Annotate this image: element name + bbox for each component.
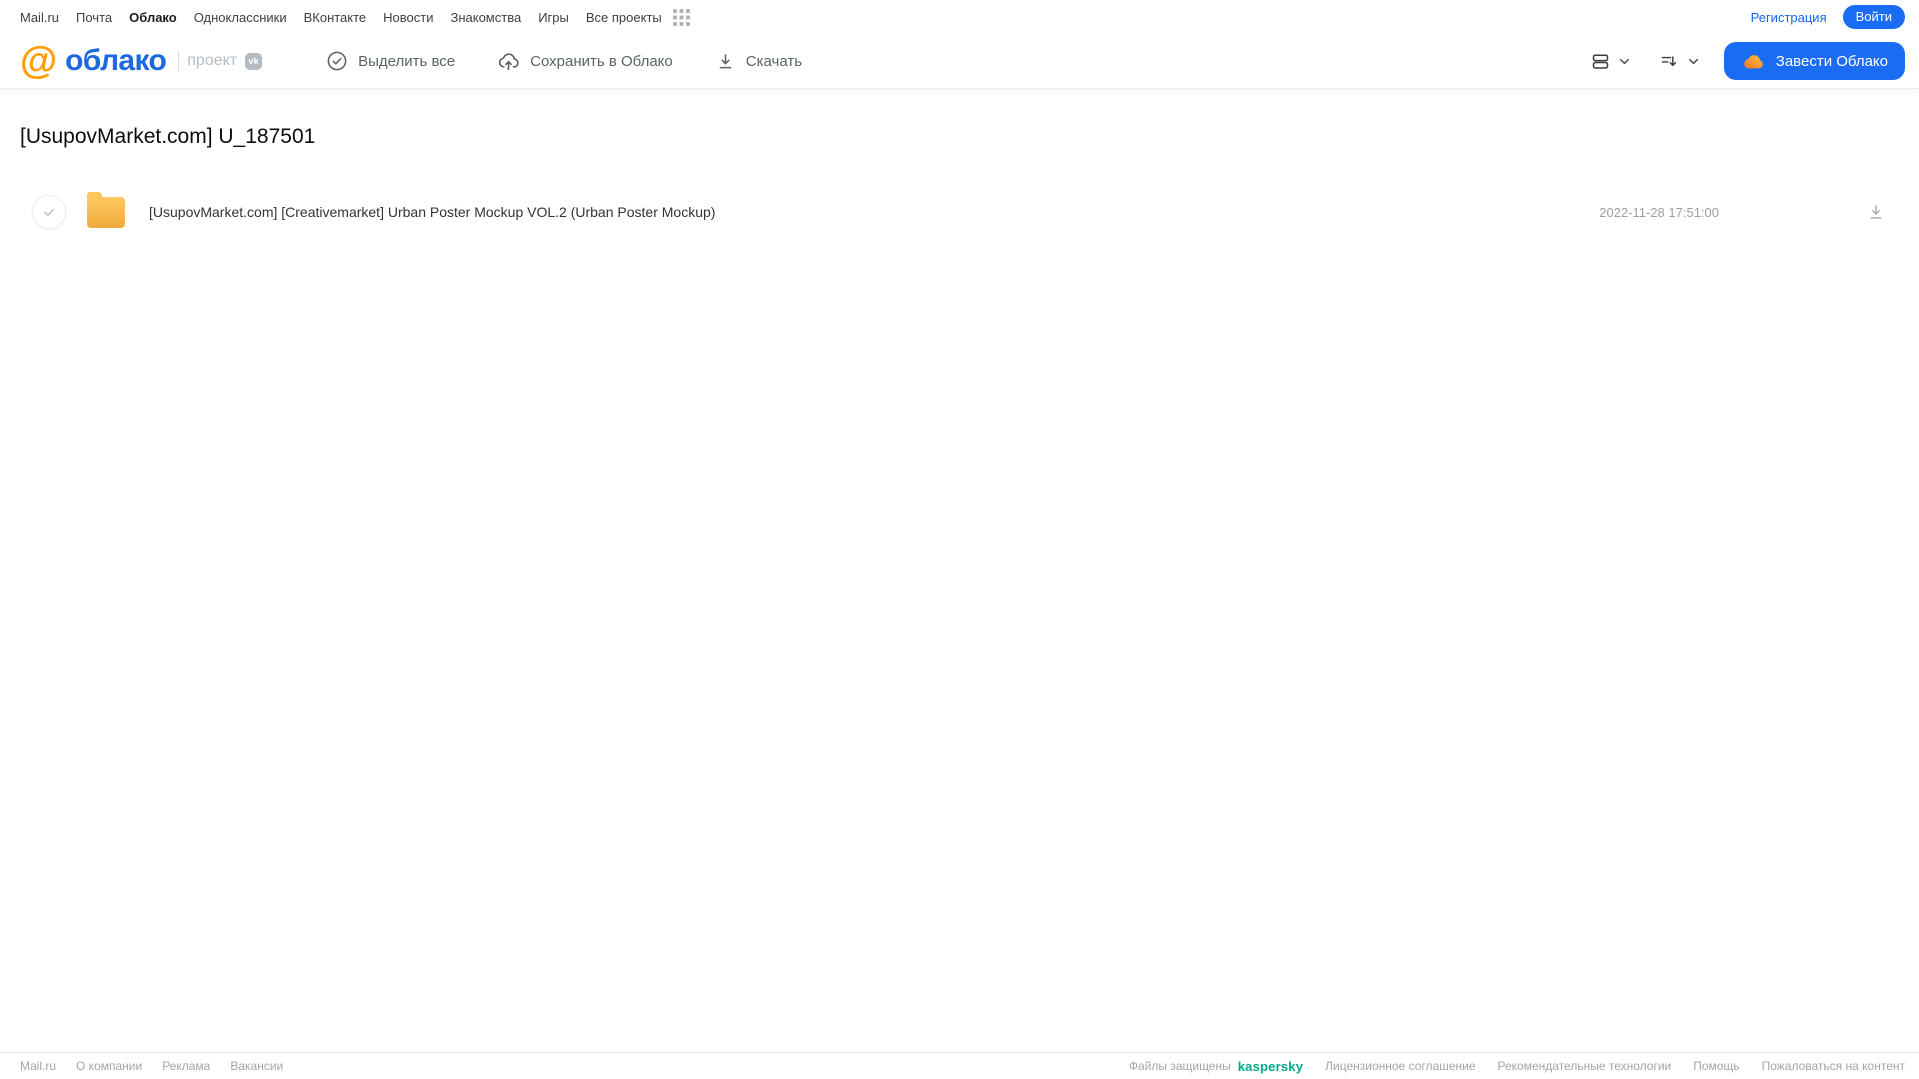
protected-label: Файлы защищены <box>1128 1059 1231 1073</box>
mailru-at-icon: @ <box>20 40 58 82</box>
file-date: 2022-11-28 17:51:00 <box>1599 204 1719 220</box>
topnav-link-pochta[interactable]: Почта <box>76 10 112 25</box>
footer-link-jobs[interactable]: Вакансии <box>230 1059 283 1073</box>
top-nav-bar: Mail.ru Почта Облако Одноклассники ВКонт… <box>0 0 1919 34</box>
login-button[interactable]: Войти <box>1842 5 1905 29</box>
download-label: Скачать <box>745 52 803 70</box>
topnav-link-odnoklassniki[interactable]: Одноклассники <box>194 10 287 25</box>
select-all-button[interactable]: Выделить все <box>326 50 455 72</box>
top-nav-auth: Регистрация Войти <box>1751 5 1905 29</box>
footer-link-recommendation-tech[interactable]: Рекомендательные технологии <box>1498 1059 1672 1073</box>
footer-link-about[interactable]: О компании <box>76 1059 142 1073</box>
topnav-link-all-projects[interactable]: Все проекты <box>586 10 662 25</box>
page-title: [UsupovMarket.com] U_187501 <box>20 125 316 148</box>
logo-text: облако <box>65 44 167 77</box>
header-bar: @ облако проект vk Выделить все Сохранит… <box>0 34 1919 89</box>
select-all-label: Выделить все <box>358 52 456 70</box>
footer-link-help[interactable]: Помощь <box>1693 1059 1739 1073</box>
file-toolbar: Выделить все Сохранить в Облако Скачать <box>326 50 802 73</box>
topnav-link-vkontakte[interactable]: ВКонтакте <box>304 10 367 25</box>
project-label: проект <box>187 52 238 69</box>
rows-view-icon <box>1590 51 1611 72</box>
view-controls <box>1590 51 1700 72</box>
footer-left-links: Mail.ru О компании Реклама Вакансии <box>20 1059 283 1073</box>
file-row[interactable]: [UsupovMarket.com] [Creativemarket] Urba… <box>0 189 1919 235</box>
vk-badge-icon: vk <box>245 52 263 70</box>
topnav-link-mailru[interactable]: Mail.ru <box>20 10 59 25</box>
save-to-cloud-label: Сохранить в Облако <box>530 52 673 70</box>
logo-project-suffix: проект vk <box>178 51 263 71</box>
kaspersky-logo[interactable]: kaspersky <box>1238 1059 1303 1074</box>
chevron-down-icon <box>1687 55 1700 68</box>
cloud-logo[interactable]: @ облако проект vk <box>20 40 263 82</box>
topnav-link-znakomstva[interactable]: Знакомства <box>450 10 521 25</box>
footer-bar: Mail.ru О компании Реклама Вакансии Файл… <box>0 1052 1919 1079</box>
registration-link[interactable]: Регистрация <box>1751 10 1827 25</box>
footer-link-mailru[interactable]: Mail.ru <box>20 1059 56 1073</box>
cloud-solid-icon <box>1741 49 1766 74</box>
footer-link-ads[interactable]: Реклама <box>162 1059 210 1073</box>
check-circle-icon <box>326 50 348 72</box>
grid-dots-icon[interactable] <box>672 8 690 26</box>
footer-link-license[interactable]: Лицензионное соглашение <box>1325 1059 1475 1073</box>
top-nav-links: Mail.ru Почта Облако Одноклассники ВКонт… <box>20 8 690 26</box>
topnav-link-oblako[interactable]: Облако <box>129 10 177 25</box>
row-download-icon[interactable] <box>1866 202 1886 222</box>
sort-descending-icon <box>1659 51 1680 72</box>
footer-right-links: Файлы защищены kaspersky Лицензионное со… <box>1129 1059 1905 1074</box>
download-icon <box>715 51 736 72</box>
view-mode-dropdown[interactable] <box>1590 51 1631 72</box>
row-checkbox[interactable] <box>32 195 66 229</box>
get-cloud-label: Завести Облако <box>1775 52 1888 70</box>
chevron-down-icon <box>1618 55 1631 68</box>
topnav-link-igry[interactable]: Игры <box>538 10 569 25</box>
cloud-upload-icon <box>497 50 520 73</box>
download-button[interactable]: Скачать <box>715 51 802 72</box>
folder-icon <box>87 191 125 228</box>
sort-dropdown[interactable] <box>1659 51 1700 72</box>
get-cloud-button[interactable]: Завести Облако <box>1723 42 1905 80</box>
topnav-link-novosti[interactable]: Новости <box>383 10 433 25</box>
divider <box>178 51 180 71</box>
save-to-cloud-button[interactable]: Сохранить в Облако <box>497 50 673 73</box>
file-name[interactable]: [UsupovMarket.com] [Creativemarket] Urba… <box>149 204 715 220</box>
footer-link-report-content[interactable]: Пожаловаться на контент <box>1762 1059 1905 1073</box>
kaspersky-protection: Файлы защищены kaspersky <box>1129 1059 1303 1074</box>
